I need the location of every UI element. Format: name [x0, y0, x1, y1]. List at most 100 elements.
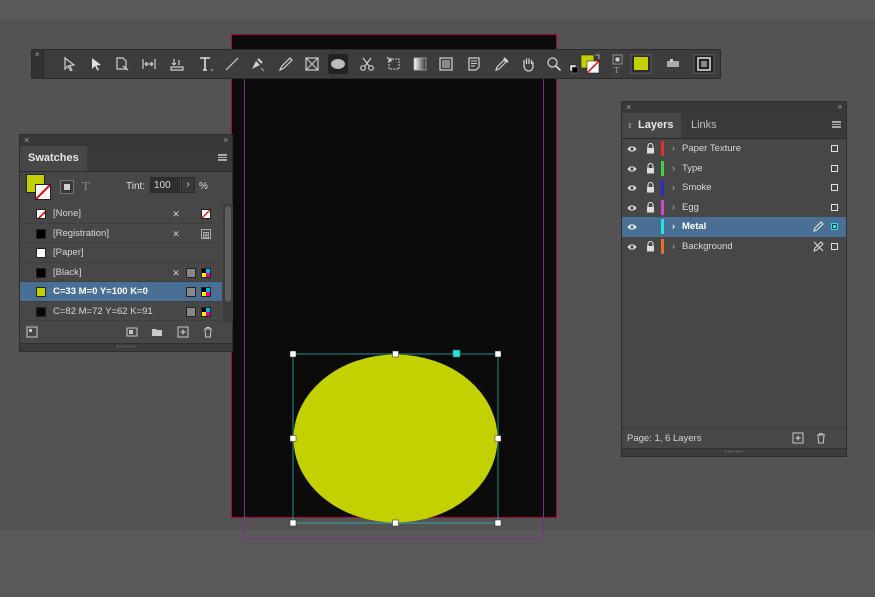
lock-icon[interactable] — [646, 201, 655, 213]
swatch-list-scrollbar[interactable] — [223, 204, 233, 322]
zoom-tool[interactable] — [544, 54, 564, 74]
show-all-swatches-icon[interactable] — [26, 326, 38, 338]
swatch-item[interactable]: [Black] ✕ — [20, 263, 222, 282]
screen-mode-button[interactable] — [693, 54, 715, 74]
pencil-tool[interactable] — [276, 54, 296, 74]
panel-resize-grip[interactable] — [622, 448, 846, 456]
line-tool[interactable] — [222, 54, 242, 74]
visibility-eye-icon[interactable] — [627, 222, 637, 232]
scrollbar-thumb[interactable] — [225, 206, 231, 302]
visibility-eye-icon[interactable] — [627, 242, 637, 252]
free-transform-tool[interactable] — [384, 54, 404, 74]
visibility-eye-icon[interactable] — [627, 183, 637, 193]
collapse-icon[interactable]: » — [224, 135, 228, 145]
lock-icon[interactable] — [646, 143, 655, 154]
note-tool[interactable] — [464, 54, 484, 74]
egg-shape[interactable] — [289, 349, 502, 527]
swatches-panel[interactable]: × » Swatches T Tint: 100 › % [None] ✕ [R… — [19, 134, 233, 352]
new-swatch-icon[interactable] — [177, 326, 189, 338]
expand-chevron-icon[interactable]: › — [672, 139, 675, 159]
fill-stroke-proxy[interactable] — [569, 54, 601, 74]
layer-row-selected[interactable]: › Metal — [622, 217, 846, 237]
layer-row[interactable]: › Type — [622, 159, 846, 179]
swatch-view-icon[interactable] — [126, 326, 138, 338]
visibility-eye-icon[interactable] — [627, 144, 637, 154]
close-icon[interactable]: × — [24, 135, 29, 145]
direct-selection-tool[interactable] — [59, 54, 79, 74]
layer-row[interactable]: › Egg — [622, 198, 846, 218]
swatch-item[interactable]: C=82 M=72 Y=62 K=91 — [20, 302, 222, 321]
layers-panel[interactable]: × » Layers ⇕ Links › Paper Texture › Typ… — [621, 101, 847, 457]
pen-crossed-icon — [813, 240, 824, 252]
hand-icon — [523, 58, 534, 72]
folder-icon[interactable] — [151, 326, 163, 338]
swatches-panel-titlebar[interactable]: × » — [20, 135, 232, 146]
tint-input[interactable]: 100 — [150, 177, 180, 193]
layer-row[interactable]: › Background — [622, 237, 846, 257]
layers-panel-titlebar[interactable]: × » — [622, 102, 846, 113]
gradient-feather-tool[interactable] — [436, 54, 456, 74]
expand-chevron-icon[interactable]: › — [672, 217, 675, 237]
selection-tool[interactable] — [86, 54, 106, 74]
visibility-eye-icon[interactable] — [627, 164, 637, 174]
tools-panel[interactable]: × T — [31, 49, 721, 79]
expand-chevron-icon[interactable]: › — [672, 237, 675, 257]
trash-icon[interactable] — [815, 432, 827, 444]
swatch-item[interactable]: [None] ✕ — [20, 204, 222, 224]
formatting-affects-container[interactable]: T — [610, 54, 626, 74]
egg-object[interactable] — [289, 349, 502, 527]
tab-swatches[interactable]: Swatches — [20, 146, 87, 171]
swatch-item[interactable]: [Registration] ✕ ⊞ — [20, 224, 222, 243]
expand-chevron-icon[interactable]: › — [672, 198, 675, 218]
trash-icon[interactable] — [202, 326, 214, 338]
ellipse-tool[interactable] — [328, 54, 348, 74]
stroke-swatch[interactable] — [35, 184, 51, 200]
close-icon[interactable]: × — [626, 102, 631, 112]
collapse-icon[interactable]: » — [838, 102, 842, 112]
select-layer-square[interactable] — [831, 203, 838, 211]
page-tool[interactable] — [112, 54, 132, 74]
panel-menu-icon[interactable] — [832, 121, 841, 128]
layer-row[interactable]: › Paper Texture — [622, 139, 846, 159]
lock-icon[interactable] — [646, 162, 655, 174]
formatting-text-icon[interactable]: T — [82, 180, 89, 193]
content-collector-tool[interactable] — [167, 54, 187, 74]
toolbar-grip[interactable]: × — [32, 50, 44, 78]
visibility-eye-icon[interactable] — [627, 203, 637, 213]
expand-chevron-icon[interactable]: › — [672, 178, 675, 198]
pen-icon — [252, 58, 265, 72]
swatch-list[interactable]: [None] ✕ [Registration] ✕ ⊞ [Paper] [Bla… — [20, 204, 222, 322]
panel-resize-grip[interactable] — [20, 343, 232, 351]
apply-none-button[interactable] — [663, 54, 683, 74]
type-tool[interactable] — [196, 54, 216, 74]
select-layer-square[interactable] — [831, 164, 838, 172]
rectangle-frame-tool[interactable] — [302, 54, 322, 74]
select-layer-square[interactable] — [831, 184, 838, 191]
eyedropper-tool[interactable] — [492, 54, 512, 74]
tint-slider-button[interactable]: › — [181, 177, 195, 193]
scissors-tool[interactable] — [357, 54, 377, 74]
apply-color-button[interactable] — [630, 54, 652, 74]
select-layer-square[interactable] — [831, 145, 838, 152]
select-layer-square[interactable] — [831, 223, 838, 230]
select-layer-square[interactable] — [831, 242, 838, 250]
expand-chevron-icon[interactable]: › — [672, 159, 675, 179]
close-icon[interactable]: × — [35, 51, 40, 59]
layer-row[interactable]: › Smoke — [622, 178, 846, 198]
pen-tool[interactable] — [247, 54, 267, 74]
formatting-container-icon[interactable] — [60, 180, 74, 194]
layer-list[interactable]: › Paper Texture › Type › Smoke › Egg › M… — [622, 139, 846, 256]
free-transform-icon — [386, 56, 400, 70]
swatch-item-selected[interactable]: C=33 M=0 Y=100 K=0 — [20, 282, 222, 302]
lock-icon[interactable] — [646, 182, 655, 193]
gradient-swatch-tool[interactable] — [410, 54, 430, 74]
layer-name: Type — [682, 162, 703, 174]
lock-icon[interactable] — [646, 240, 655, 252]
panel-menu-icon[interactable] — [218, 154, 227, 161]
swatch-item[interactable]: [Paper] — [20, 243, 222, 263]
non-editable-icon: ✕ — [172, 267, 180, 278]
new-layer-icon[interactable] — [792, 432, 804, 444]
tab-links[interactable]: Links — [682, 113, 725, 138]
hand-tool[interactable] — [518, 54, 538, 74]
gap-tool[interactable] — [139, 54, 159, 74]
